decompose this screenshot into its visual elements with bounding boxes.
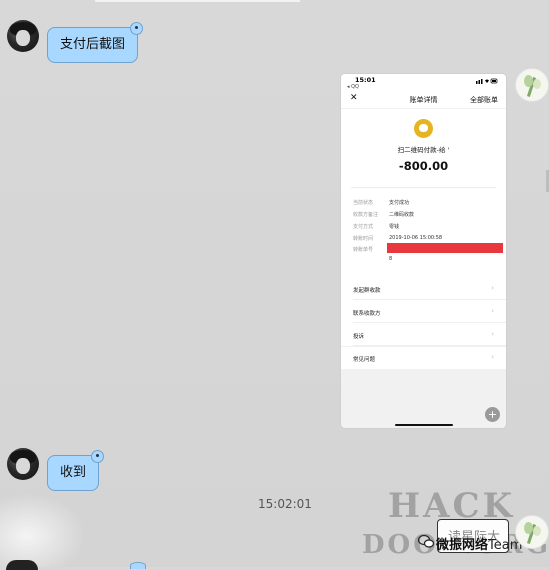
receiver-avatar[interactable] xyxy=(515,515,549,549)
message-bubble[interactable]: 支付后截图 xyxy=(47,22,144,63)
detail-label: 转账单号 xyxy=(353,247,374,253)
message-text: 收到 xyxy=(60,465,87,480)
detail-label: 当前状态 xyxy=(353,200,374,206)
sender-avatar[interactable] xyxy=(7,448,39,480)
phone-status-bar: 15:01 ◂ QQ xyxy=(341,74,506,90)
link-contact-payee: 联系收款方 › xyxy=(341,301,506,323)
link-faq: 常见问题 › xyxy=(341,347,506,369)
watermark-brand: 微振网络Team xyxy=(436,534,522,553)
link-label: 联系收款方 xyxy=(353,311,381,317)
transfer-number-tail: 8 xyxy=(389,256,393,262)
signal-wifi-battery-icon xyxy=(476,78,498,84)
message-bubble[interactable]: 收到 xyxy=(47,450,105,491)
message-bubble-partial[interactable] xyxy=(130,562,146,569)
all-bills-link: 全部账单 xyxy=(470,96,498,104)
chevron-right-icon: › xyxy=(491,284,494,292)
phone-nav-bar: ✕ 账单详情 全部账单 xyxy=(341,90,506,108)
chevron-right-icon: › xyxy=(491,330,494,338)
detail-value: 二维码收款 xyxy=(389,212,415,218)
bubble-eye-icon xyxy=(96,454,100,457)
wechat-icon xyxy=(418,535,434,548)
chevron-right-icon: › xyxy=(491,353,494,361)
detail-label: 转账时间 xyxy=(353,236,374,242)
divider xyxy=(351,187,496,188)
chevron-right-icon: › xyxy=(491,307,494,315)
payment-amount: -800.00 xyxy=(398,159,449,173)
home-indicator xyxy=(395,424,453,426)
payment-screenshot-image[interactable]: 15:01 ◂ QQ ✕ 账单详情 全部账单 扫二维码付款-给 ' -800.0… xyxy=(341,74,506,428)
merchant-name: 扫二维码付款-给 ' xyxy=(397,146,450,154)
message-timestamp: 15:02:01 xyxy=(258,497,312,511)
detail-label: 收款方备注 xyxy=(353,212,379,218)
redaction-bar xyxy=(387,243,503,253)
zoom-in-icon[interactable]: + xyxy=(485,407,500,422)
link-group-collect: 发起群收款 › xyxy=(341,278,506,300)
link-label: 常见问题 xyxy=(353,357,376,363)
detail-value: 2019-10-06 15:00:58 xyxy=(389,235,443,241)
detail-value: 支付成功 xyxy=(389,200,410,206)
top-edge xyxy=(95,0,300,2)
link-complaint: 投诉 › xyxy=(341,324,506,346)
sender-avatar[interactable] xyxy=(7,20,39,52)
sender-avatar-partial[interactable] xyxy=(6,560,38,570)
message-text: 支付后截图 xyxy=(60,37,126,52)
bubble-eye-icon xyxy=(135,26,139,29)
link-label: 投诉 xyxy=(353,334,365,340)
brand-text: 微振网络 xyxy=(436,538,489,553)
detail-value: 零钱 xyxy=(389,224,400,230)
detail-label: 支付方式 xyxy=(353,224,374,230)
background-decoration xyxy=(0,490,90,567)
link-label: 发起群收款 xyxy=(353,288,381,294)
receiver-avatar[interactable] xyxy=(515,68,549,102)
money-bag-icon xyxy=(414,119,433,138)
status-time: 15:01 xyxy=(355,76,376,84)
